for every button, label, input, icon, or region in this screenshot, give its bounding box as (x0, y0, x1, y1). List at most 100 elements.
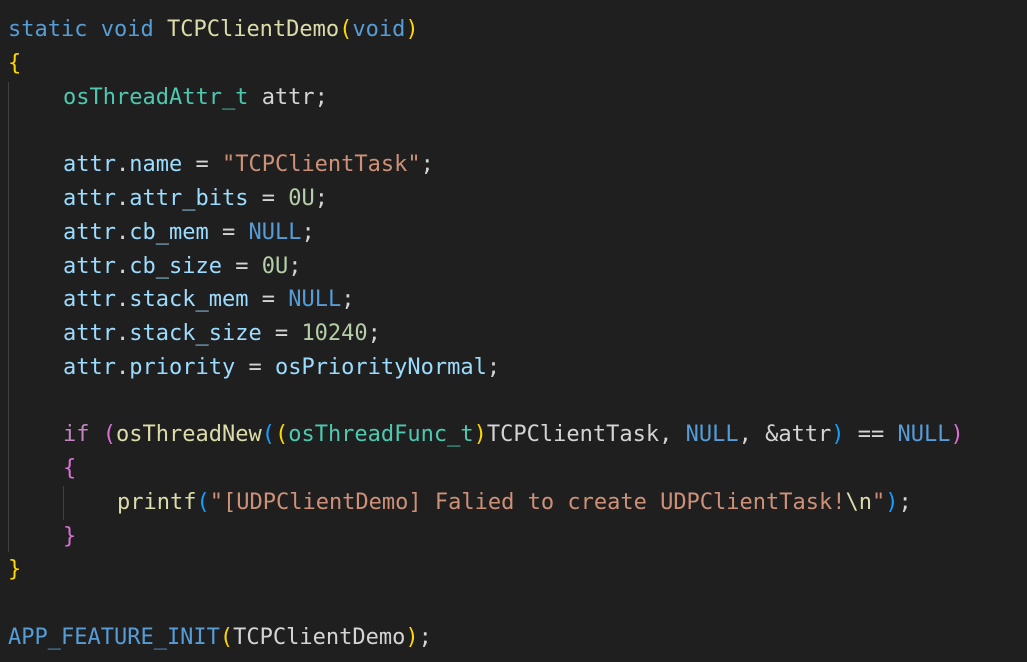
code-line: { (63, 454, 76, 484)
dot: . (115, 321, 130, 346)
field-priority: priority (129, 355, 236, 380)
number-literal: 0U (288, 186, 315, 211)
dot: . (115, 186, 130, 211)
dot: . (115, 152, 130, 177)
variable-attr: attr (63, 186, 116, 211)
semicolon: ; (301, 220, 315, 245)
code-line: attr.stack_mem = NULL; (63, 285, 354, 315)
open-paren: ( (102, 422, 116, 447)
assign-operator: = (182, 152, 222, 177)
field-cb-size: cb_size (129, 254, 222, 279)
semicolon: ; (367, 321, 381, 346)
null-literal: NULL (897, 422, 951, 447)
assign-operator: = (235, 355, 275, 380)
code-line: attr.cb_size = 0U; (63, 252, 301, 282)
keyword-if: if (63, 422, 90, 447)
open-paren: ( (196, 490, 210, 515)
variable-attr: attr (63, 152, 116, 177)
code-line: attr.stack_size = 10240; (63, 319, 381, 349)
variable-attr: attr (63, 220, 116, 245)
keyword-void: void (100, 17, 154, 42)
null-literal: NULL (248, 220, 302, 245)
close-paren: ) (885, 490, 899, 515)
dot: . (115, 355, 130, 380)
type-osThreadAttr: osThreadAttr_t (63, 85, 249, 110)
macro-app-feature-init: APP_FEATURE_INIT (8, 625, 220, 650)
semicolon: ; (898, 490, 912, 515)
code-line: } (63, 522, 76, 552)
assign-operator: = (208, 220, 249, 245)
function-name: TCPClientDemo (166, 17, 340, 42)
function-ref-task: TCPClientTask (486, 422, 660, 447)
code-line: static void TCPClientDemo(void) (8, 15, 419, 45)
function-printf: printf (117, 490, 197, 515)
close-paren: ) (405, 625, 419, 650)
string-literal: "[UDPClientDemo] Falied to create UDPCli… (209, 490, 846, 515)
variable-attr: attr (261, 85, 315, 110)
assign-operator: = (248, 186, 289, 211)
code-line: { (8, 49, 21, 79)
open-brace: { (8, 51, 22, 76)
close-paren: ) (405, 17, 419, 42)
field-attr-bits: attr_bits (129, 186, 249, 211)
semicolon: ; (341, 287, 355, 312)
keyword-static: static (8, 17, 88, 42)
field-stack-mem: stack_mem (129, 287, 249, 312)
indent-guide (8, 82, 9, 552)
code-line: printf("[UDPClientDemo] Falied to create… (117, 488, 912, 518)
semicolon: ; (418, 625, 432, 650)
indent-guide (63, 486, 64, 520)
semicolon: ; (420, 152, 434, 177)
field-cb-mem: cb_mem (129, 220, 209, 245)
field-name: name (129, 152, 183, 177)
variable-attr: attr (63, 287, 116, 312)
semicolon: ; (314, 186, 328, 211)
function-osThreadNew: osThreadNew (116, 422, 262, 447)
code-line: osThreadAttr_t attr; (63, 83, 328, 113)
dot: . (115, 220, 130, 245)
semicolon: ; (314, 85, 328, 110)
comma: , (659, 422, 686, 447)
close-brace: } (63, 524, 77, 549)
variable-attr: attr (63, 355, 116, 380)
dot: . (115, 254, 130, 279)
number-literal: 10240 (301, 321, 368, 346)
code-editor[interactable]: static void TCPClientDemo(void) { osThre… (0, 0, 1027, 662)
code-line: attr.name = "TCPClientTask"; (63, 150, 434, 180)
string-quote: " (872, 490, 886, 515)
code-line: if (osThreadNew((osThreadFunc_t)TCPClien… (63, 420, 964, 450)
equals-operator: == (844, 422, 898, 447)
assign-operator: = (221, 254, 262, 279)
variable-attr: attr (778, 422, 832, 447)
assign-operator: = (248, 287, 289, 312)
function-ref-demo: TCPClientDemo (233, 625, 406, 650)
close-brace: } (8, 557, 22, 582)
semicolon: ; (486, 355, 501, 380)
code-line: attr.attr_bits = 0U; (63, 184, 328, 214)
null-literal: NULL (685, 422, 739, 447)
dot: . (115, 287, 130, 312)
field-stack-size: stack_size (129, 321, 262, 346)
open-paren: ( (274, 422, 289, 447)
enum-priority-normal: osPriorityNormal (274, 355, 487, 380)
number-literal: 0U (261, 254, 289, 279)
type-osThreadFunc: osThreadFunc_t (288, 422, 474, 447)
open-paren: ( (219, 625, 234, 650)
variable-attr: attr (63, 321, 116, 346)
null-literal: NULL (288, 287, 342, 312)
variable-attr: attr (63, 254, 116, 279)
code-line: attr.cb_mem = NULL; (63, 218, 315, 248)
close-paren: ) (831, 422, 845, 447)
assign-operator: = (261, 321, 302, 346)
escape-newline: \n (845, 490, 873, 515)
semicolon: ; (288, 254, 302, 279)
close-paren: ) (950, 422, 964, 447)
comma: , (738, 422, 766, 447)
code-line: attr.priority = osPriorityNormal; (63, 353, 500, 383)
open-brace: { (63, 456, 77, 481)
address-of: & (765, 422, 779, 447)
